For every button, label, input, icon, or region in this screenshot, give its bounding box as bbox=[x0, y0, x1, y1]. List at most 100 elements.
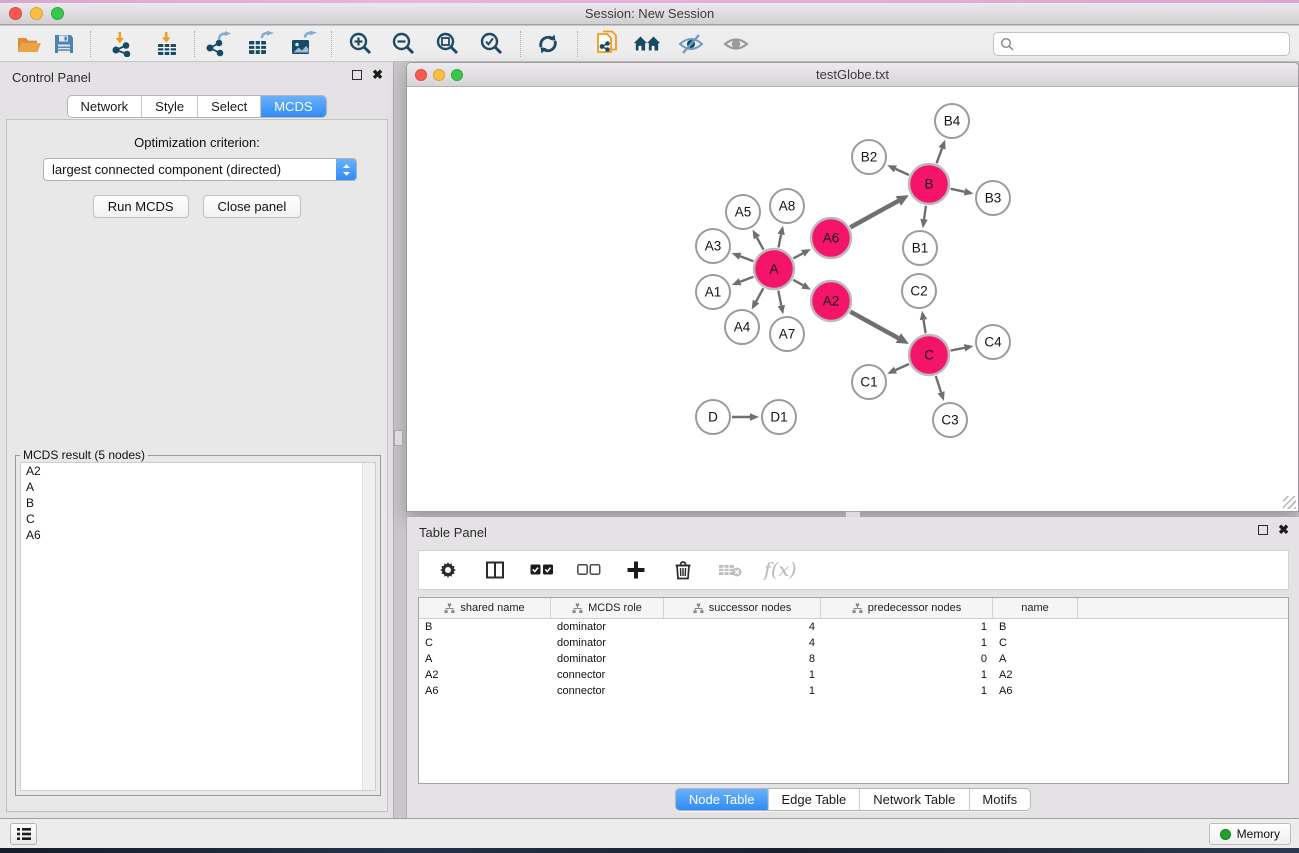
scrollbar-track[interactable] bbox=[362, 463, 375, 790]
graph-edge-A-A5[interactable] bbox=[757, 237, 764, 249]
result-item[interactable]: A6 bbox=[21, 527, 375, 543]
select-all-button[interactable] bbox=[529, 557, 555, 583]
graph-edge-B-B3[interactable] bbox=[950, 189, 964, 192]
search-input[interactable] bbox=[1018, 34, 1289, 54]
graph-node-label: D1 bbox=[770, 410, 787, 425]
network-window-titlebar[interactable]: testGlobe.txt bbox=[407, 63, 1298, 87]
table-cell: 1 bbox=[664, 685, 821, 697]
table-panel: Table Panel ✖ bbox=[406, 517, 1299, 818]
optimization-dropdown[interactable]: largest connected component (directed) bbox=[43, 158, 357, 181]
save-session-button[interactable] bbox=[50, 30, 78, 58]
column-header-shared-name[interactable]: shared name bbox=[419, 598, 551, 618]
graph-node-label: C bbox=[924, 348, 934, 363]
table-row[interactable]: Cdominator41C bbox=[419, 635, 1288, 651]
graph-edge-A-A3[interactable] bbox=[740, 256, 753, 261]
zoom-out-button[interactable] bbox=[390, 30, 418, 58]
graph-edge-C-C1[interactable] bbox=[895, 364, 908, 370]
resize-grip[interactable] bbox=[1283, 496, 1296, 509]
delete-row-button[interactable] bbox=[670, 557, 696, 583]
duplicate-network-icon bbox=[594, 30, 620, 58]
tab-style[interactable]: Style bbox=[141, 96, 197, 117]
deselect-all-button[interactable] bbox=[576, 557, 602, 583]
vertical-splitter-handle[interactable] bbox=[394, 430, 403, 446]
export-image-button[interactable] bbox=[289, 30, 317, 58]
network-canvas[interactable]: ABCA6A2A1A3A4A5A7A8B1B2B3B4C1C2C3C4DD1 bbox=[408, 87, 1297, 510]
delete-table-button[interactable] bbox=[717, 557, 743, 583]
zoom-fit-button[interactable] bbox=[434, 30, 462, 58]
add-row-button[interactable] bbox=[623, 557, 649, 583]
table-cell: A bbox=[419, 653, 551, 665]
memory-button[interactable]: Memory bbox=[1209, 823, 1291, 845]
graph-edge-C-C3[interactable] bbox=[936, 376, 941, 392]
result-item[interactable]: C bbox=[21, 511, 375, 527]
toolbar-separator bbox=[520, 31, 521, 57]
graph-edge-B-B1[interactable] bbox=[924, 206, 926, 219]
result-item[interactable]: B bbox=[21, 495, 375, 511]
tab-network[interactable]: Network bbox=[67, 96, 141, 117]
tab-node-table[interactable]: Node Table bbox=[676, 789, 768, 810]
column-header-name[interactable]: name bbox=[993, 598, 1078, 618]
run-mcds-button[interactable]: Run MCDS bbox=[93, 195, 189, 218]
tab-network-table[interactable]: Network Table bbox=[859, 789, 968, 810]
hide-eye-button[interactable] bbox=[677, 30, 705, 58]
result-item[interactable]: A2 bbox=[21, 463, 375, 479]
search-field[interactable] bbox=[993, 32, 1290, 56]
table-cell: connector bbox=[551, 669, 664, 681]
mcds-result-list[interactable]: A2ABCA6 bbox=[20, 462, 376, 791]
float-panel-button[interactable] bbox=[352, 70, 362, 80]
close-panel-button[interactable]: ✖ bbox=[372, 70, 383, 80]
tab-select[interactable]: Select bbox=[197, 96, 260, 117]
graph-edge-A6-B[interactable] bbox=[850, 201, 898, 227]
graph-edge-C-C4[interactable] bbox=[951, 348, 965, 351]
edge-arrowhead bbox=[750, 413, 759, 421]
float-table-panel-button[interactable] bbox=[1258, 525, 1268, 535]
graph-node-label: B3 bbox=[985, 191, 1002, 206]
task-history-button[interactable] bbox=[10, 823, 37, 845]
zoom-selected-button[interactable] bbox=[478, 30, 506, 58]
graph-edge-A-A1[interactable] bbox=[740, 277, 753, 282]
import-network-button[interactable] bbox=[108, 30, 136, 58]
table-row[interactable]: Bdominator41B bbox=[419, 619, 1288, 635]
graph-edge-B-B4[interactable] bbox=[937, 148, 943, 163]
table-settings-button[interactable] bbox=[435, 557, 461, 583]
tab-mcds[interactable]: MCDS bbox=[260, 96, 325, 117]
refresh-button[interactable] bbox=[534, 30, 562, 58]
export-table-button[interactable] bbox=[246, 30, 274, 58]
graph-edge-A-A7[interactable] bbox=[778, 291, 781, 306]
export-table-icon bbox=[246, 31, 274, 57]
graph-edge-A-A8[interactable] bbox=[778, 234, 781, 247]
graph-edge-A-A4[interactable] bbox=[756, 288, 763, 301]
table-toolbar: f(x) bbox=[418, 550, 1289, 590]
table-row[interactable]: A2connector11A2 bbox=[419, 667, 1288, 683]
table-cell: B bbox=[419, 621, 551, 633]
graph-edge-A2-C[interactable] bbox=[850, 312, 898, 338]
table-cell: A6 bbox=[993, 685, 1078, 697]
graph-edge-B-B2[interactable] bbox=[895, 169, 908, 175]
graph-edge-A-A6[interactable] bbox=[793, 253, 803, 258]
graph-edge-A-A2[interactable] bbox=[793, 280, 803, 286]
open-session-button[interactable] bbox=[15, 30, 43, 58]
zoom-in-button[interactable] bbox=[347, 30, 375, 58]
eye-icon bbox=[722, 32, 750, 56]
column-header-predecessor-nodes[interactable]: predecessor nodes bbox=[821, 598, 993, 618]
close-table-panel-button[interactable]: ✖ bbox=[1278, 525, 1289, 535]
attribute-type-icon bbox=[852, 603, 863, 614]
show-eye-button[interactable] bbox=[722, 30, 750, 58]
column-header-MCDS-role[interactable]: MCDS role bbox=[551, 598, 664, 618]
function-builder-button[interactable]: f(x) bbox=[764, 559, 797, 581]
refresh-icon bbox=[535, 31, 561, 57]
tab-motifs[interactable]: Motifs bbox=[968, 789, 1030, 810]
result-item[interactable]: A bbox=[21, 479, 375, 495]
control-panel-title: Control Panel bbox=[12, 70, 91, 85]
graph-edge-C-C2[interactable] bbox=[923, 320, 925, 334]
show-columns-button[interactable] bbox=[482, 557, 508, 583]
column-header-successor-nodes[interactable]: successor nodes bbox=[664, 598, 821, 618]
import-table-button[interactable] bbox=[153, 30, 181, 58]
home-button[interactable] bbox=[633, 30, 661, 58]
duplicate-network-button[interactable] bbox=[593, 30, 621, 58]
close-panel-button-2[interactable]: Close panel bbox=[203, 195, 302, 218]
table-row[interactable]: A6connector11A6 bbox=[419, 683, 1288, 699]
export-network-button[interactable] bbox=[204, 30, 232, 58]
tab-edge-table[interactable]: Edge Table bbox=[767, 789, 859, 810]
table-row[interactable]: Adominator80A bbox=[419, 651, 1288, 667]
